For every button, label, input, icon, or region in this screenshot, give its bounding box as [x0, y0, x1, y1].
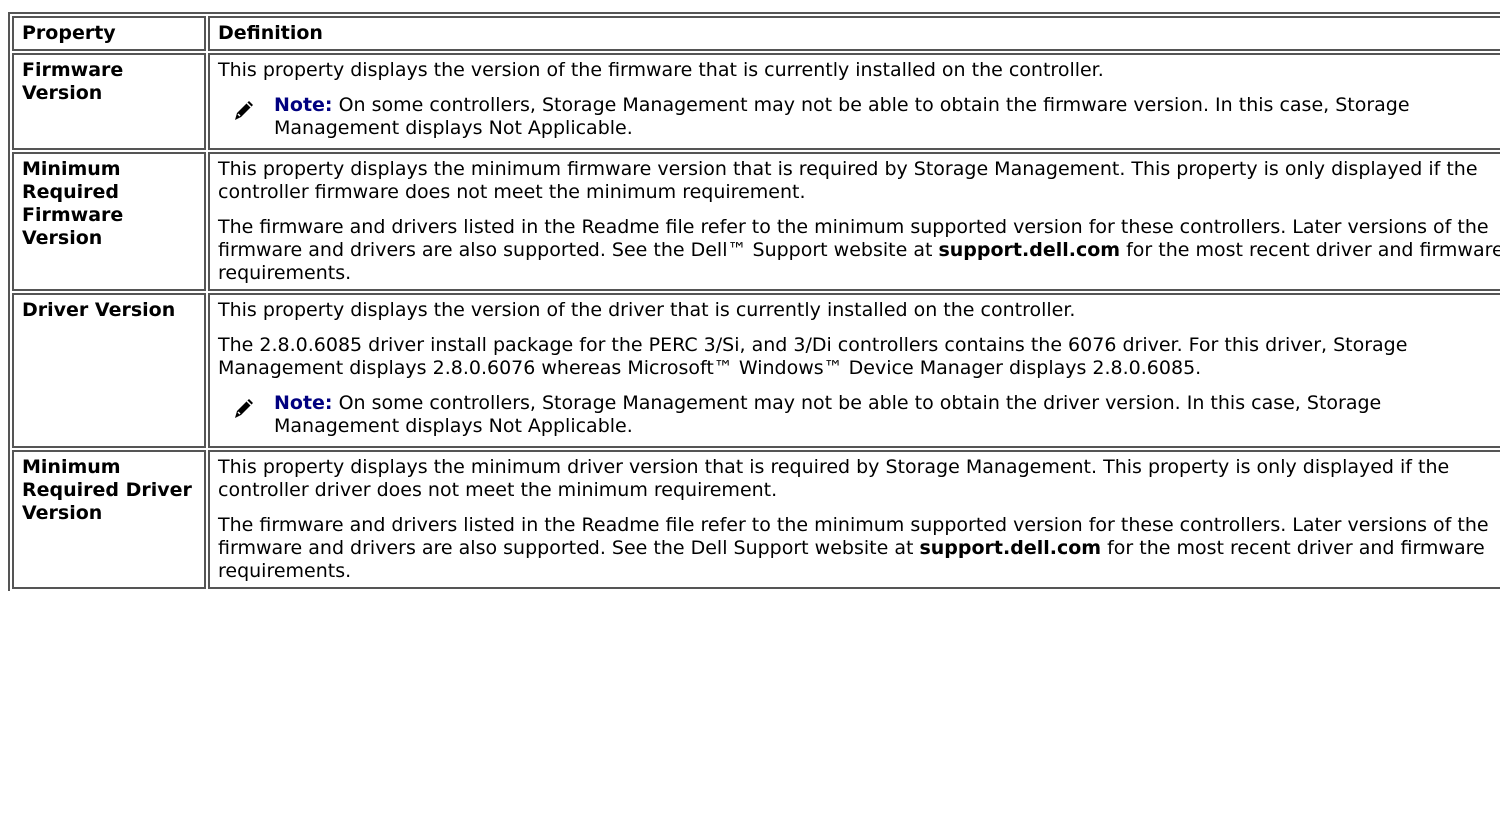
note-body: On some controllers, Storage Management …	[274, 94, 1410, 139]
note-label: Note:	[274, 94, 333, 116]
support-link[interactable]: support.dell.com	[938, 239, 1120, 261]
property-name: Minimum Required Driver Version	[12, 450, 206, 589]
table-row: Minimum Required Firmware Version This p…	[12, 152, 1500, 291]
definition-paragraph: This property displays the version of th…	[218, 59, 1104, 81]
note-box: Note: On some controllers, Storage Manag…	[218, 392, 1500, 438]
definition-paragraph: The firmware and drivers listed in the R…	[218, 216, 1500, 285]
property-definition: This property displays the version of th…	[208, 53, 1500, 150]
table-row: Firmware Version This property displays …	[12, 53, 1500, 150]
definition-paragraph: This property displays the version of th…	[218, 299, 1076, 321]
definition-paragraph: This property displays the minimum drive…	[218, 456, 1450, 501]
property-table: Property Definition Firmware Version Thi…	[8, 12, 1500, 591]
table-header-row: Property Definition	[12, 16, 1500, 51]
property-definition: This property displays the minimum drive…	[208, 450, 1500, 589]
definition-paragraph: This property displays the minimum firmw…	[218, 158, 1478, 203]
table-row: Minimum Required Driver Version This pro…	[12, 450, 1500, 589]
property-name: Minimum Required Firmware Version	[12, 152, 206, 291]
header-property: Property	[12, 16, 206, 51]
support-link[interactable]: support.dell.com	[919, 537, 1101, 559]
note-text: Note: On some controllers, Storage Manag…	[274, 94, 1500, 140]
property-definition: This property displays the version of th…	[208, 293, 1500, 448]
definition-paragraph: The firmware and drivers listed in the R…	[218, 514, 1500, 583]
table-row: Driver Version This property displays th…	[12, 293, 1500, 448]
pencil-note-icon	[218, 94, 274, 128]
definition-paragraph: The 2.8.0.6085 driver install package fo…	[218, 334, 1408, 379]
note-body: On some controllers, Storage Management …	[274, 392, 1382, 437]
property-name: Firmware Version	[12, 53, 206, 150]
pencil-note-icon	[218, 392, 274, 426]
property-name: Driver Version	[12, 293, 206, 448]
note-box: Note: On some controllers, Storage Manag…	[218, 94, 1500, 140]
property-definition: This property displays the minimum firmw…	[208, 152, 1500, 291]
note-label: Note:	[274, 392, 333, 414]
header-definition: Definition	[208, 16, 1500, 51]
note-text: Note: On some controllers, Storage Manag…	[274, 392, 1500, 438]
